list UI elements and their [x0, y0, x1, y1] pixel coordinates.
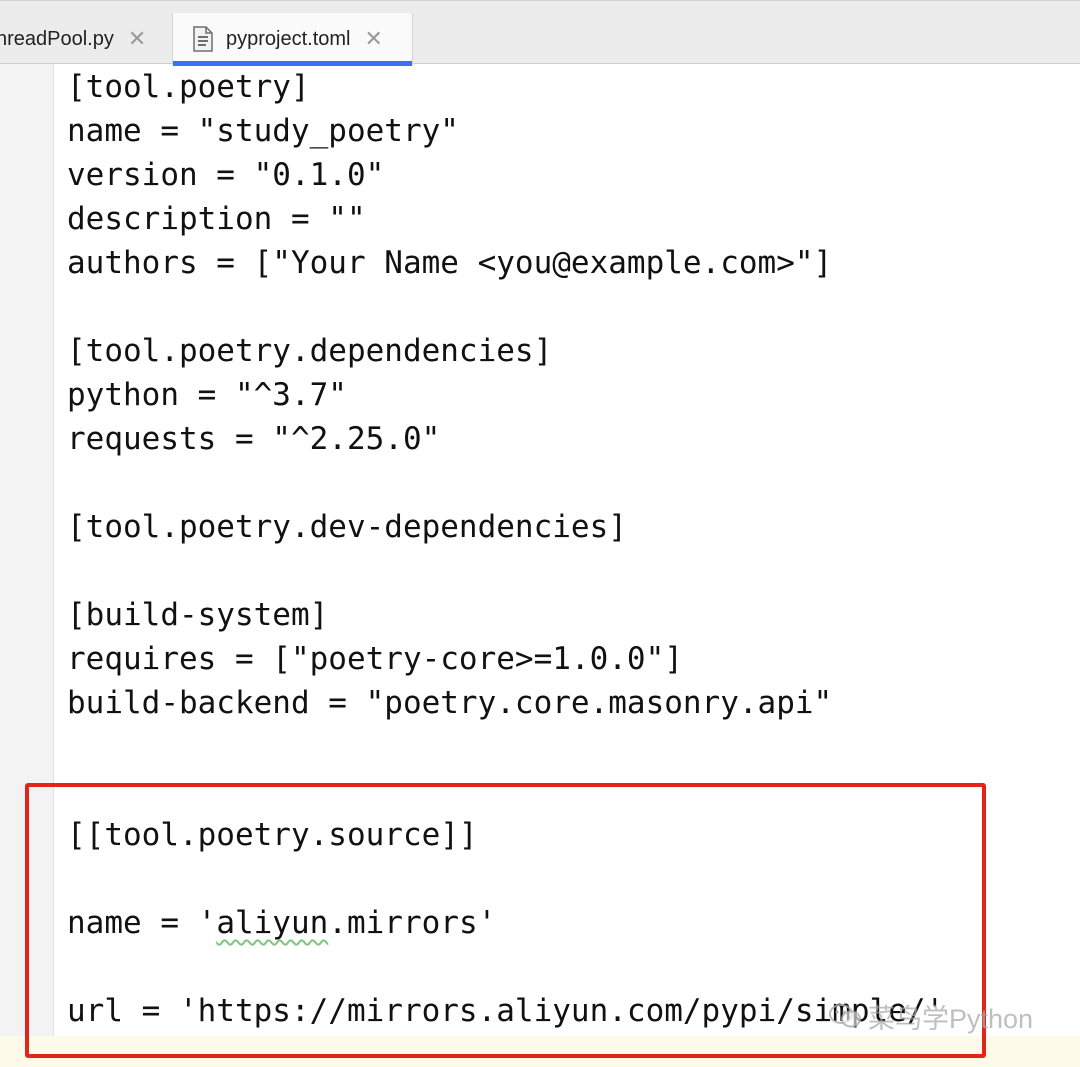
code-line: python = "^3.7"	[67, 377, 347, 413]
watermark: 菜鸟学Python	[828, 996, 1033, 1036]
code-line: [tool.poetry.dependencies]	[67, 333, 553, 369]
tab-pyproject[interactable]: pyproject.toml ✕	[172, 13, 413, 66]
code-line: name = "study_poetry"	[67, 113, 459, 149]
code-line: version = "0.1.0"	[67, 157, 385, 193]
code-line: [tool.poetry]	[67, 69, 310, 105]
wechat-icon	[828, 1002, 862, 1030]
watermark-text: 菜鸟学Python	[868, 1003, 1034, 1034]
tab-label: pyproject.toml	[226, 27, 351, 50]
code-line: [tool.poetry.dev-dependencies]	[67, 509, 627, 545]
tab-threadpool[interactable]: hreadPool.py ✕	[0, 13, 164, 65]
close-icon[interactable]: ✕	[365, 28, 383, 50]
code-line: requests = "^2.25.0"	[67, 421, 441, 457]
code-line: description = ""	[67, 201, 366, 237]
file-icon	[193, 26, 213, 52]
close-icon[interactable]: ✕	[128, 28, 146, 50]
code-line: requires = ["poetry-core>=1.0.0"]	[67, 641, 683, 677]
editor-tab-bar: hreadPool.py ✕ pyproject.toml ✕	[0, 0, 1080, 66]
code-line: authors = ["Your Name <you@example.com>"…	[67, 245, 833, 281]
code-line: [build-system]	[67, 597, 329, 633]
tab-label: hreadPool.py	[0, 27, 114, 50]
code-line: build-backend = "poetry.core.masonry.api…	[67, 685, 833, 721]
